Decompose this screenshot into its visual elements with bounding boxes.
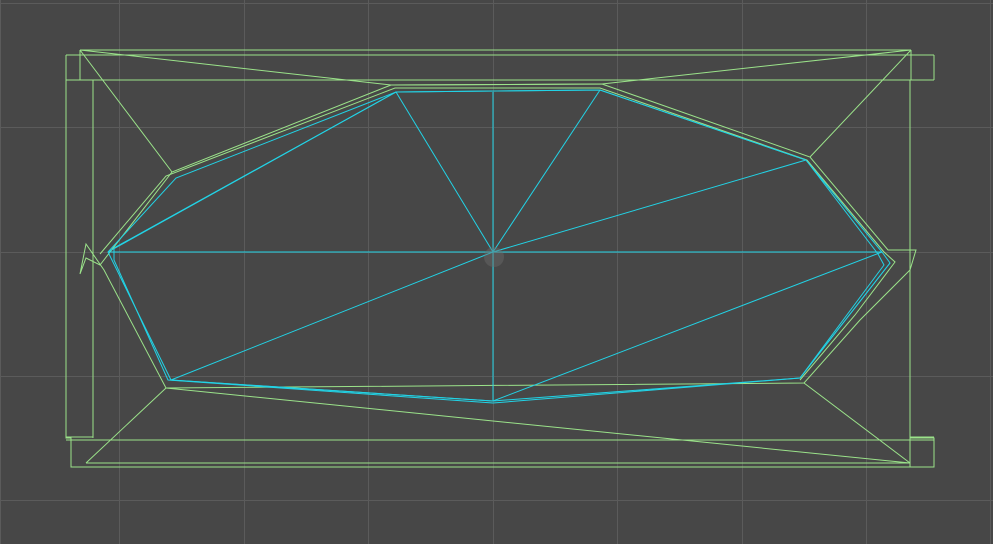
mesh-edge — [107, 91, 397, 253]
object-pivot-handle[interactable] — [484, 247, 504, 267]
collider-diagonal — [390, 83, 603, 86]
mesh-edge — [799, 262, 891, 379]
render-mesh-wireframe[interactable] — [107, 89, 891, 404]
collider-diagonal — [79, 49, 173, 173]
scene-canvas[interactable] — [0, 0, 993, 544]
collider-hull — [79, 83, 917, 389]
mesh-edge — [492, 251, 883, 402]
mesh-edge — [492, 89, 601, 253]
collider-diagonal — [85, 387, 167, 464]
mesh-outline — [107, 89, 891, 402]
scene-viewport[interactable] — [0, 0, 993, 544]
collider-diagonal — [803, 382, 911, 464]
mesh-edge — [395, 91, 494, 253]
mesh-edge — [492, 159, 807, 253]
collider-hull-inner — [99, 87, 896, 381]
collider-diagonal — [809, 49, 912, 158]
mesh-edge — [170, 251, 494, 381]
mesh-edge — [170, 379, 494, 402]
mesh-outline-offset — [113, 89, 885, 404]
background-grid — [0, 0, 993, 544]
